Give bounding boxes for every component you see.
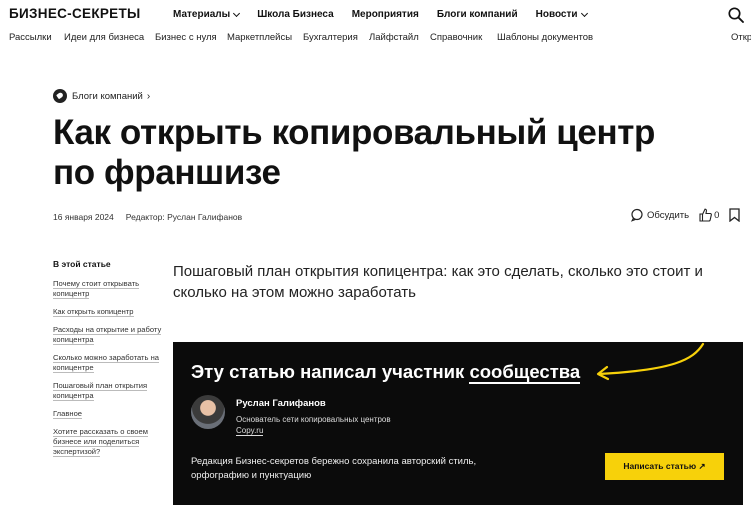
toc-item[interactable]: Главное — [53, 409, 163, 419]
subnav-item[interactable]: Лайфстайл — [369, 32, 419, 43]
editor-credit: Редактор: Руслан Галифанов — [125, 212, 243, 222]
community-author-card: Эту статью написал участник сообщества Р… — [173, 342, 743, 505]
article-lead: Пошаговый план открытия копицентра: как … — [173, 263, 703, 301]
discuss-button[interactable]: Обсудить — [630, 208, 689, 222]
subnav-item[interactable]: Рассылки — [9, 32, 52, 43]
subnav-item[interactable]: Идеи для бизнеса — [64, 32, 144, 43]
nav-item-materials[interactable]: Материалы — [173, 9, 241, 20]
toc-heading: В этой статье — [53, 259, 111, 269]
toc-item[interactable]: Сколько можно заработать на копицентре — [53, 353, 163, 373]
author-company-link[interactable]: Copy.ru — [236, 426, 264, 436]
subnav-item[interactable]: Шаблоны документов — [497, 32, 593, 43]
toc-item[interactable]: Расходы на открытие и работу копицентра — [53, 325, 163, 345]
toc-item-label: Расходы на открытие и работу копицентра — [53, 325, 162, 345]
yellow-arrow-icon — [596, 342, 705, 381]
nav-label: Материалы — [173, 9, 231, 20]
nav-label: Школа Бизнеса — [257, 9, 334, 20]
like-button[interactable]: 0 — [699, 208, 719, 222]
subnav-item[interactable]: Бухгалтерия — [303, 32, 358, 43]
nav-item-events[interactable]: Мероприятия — [352, 9, 419, 20]
author-role: Основатель сети копировальных центров Co… — [236, 414, 396, 436]
nav-item-school[interactable]: Школа Бизнеса — [257, 9, 334, 20]
sub-nav: Рассылки Идеи для бизнеса Бизнес с нуля … — [0, 30, 751, 47]
search-icon[interactable] — [727, 6, 745, 24]
community-card-title-text: Эту статью написал участник — [191, 361, 470, 382]
toc-item[interactable]: Почему стоит открывать копицентр — [53, 279, 163, 299]
author-block: Руслан Галифанов Основатель сети копиров… — [191, 395, 396, 436]
like-count: 0 — [714, 209, 720, 221]
chevron-down-icon — [580, 9, 588, 17]
toc-item[interactable]: Хотите рассказать о своем бизнесе или по… — [53, 427, 163, 457]
nav-label: Блоги компаний — [436, 9, 518, 20]
editorial-note: Редакция Бизнес-секретов бережно сохрани… — [191, 456, 477, 481]
toc-item-label: Пошаговый план открытия копицентра — [53, 381, 148, 401]
site-header: БИЗНЕС-СЕКРЕТЫ Материалы Школа Бизнеса М… — [0, 0, 751, 30]
blog-tag-icon — [53, 89, 67, 103]
subnav-item[interactable]: Справочник — [430, 32, 482, 43]
article-meta: 16 января 2024 Редактор: Руслан Галифано… — [53, 212, 242, 222]
toc-item-label: Как открыть копицентр — [53, 307, 134, 317]
nav-item-company-blogs[interactable]: Блоги компаний — [437, 9, 518, 20]
write-article-button[interactable]: Написать статью ↗ — [605, 453, 724, 480]
chevron-right-icon: › — [146, 90, 151, 102]
publish-date: 16 января 2024 — [53, 212, 114, 222]
article-title: Как открыть копировальный центр по франш… — [53, 113, 655, 192]
author-role-text: Основатель сети копировальных центров — [236, 415, 391, 424]
toc-item-label: Почему стоит открывать копицентр — [53, 279, 140, 299]
subnav-item[interactable]: Маркетплейсы — [227, 32, 292, 43]
subnav-item[interactable]: Бизнес с нуля — [155, 32, 217, 43]
toc-item[interactable]: Как открыть копицентр — [53, 307, 163, 317]
toc-item-label: Сколько можно заработать на копицентре — [53, 353, 160, 373]
discuss-label: Обсудить — [647, 209, 690, 221]
toc-item-label: Хотите рассказать о своем бизнесе или по… — [53, 427, 148, 457]
main-nav: Материалы Школа Бизнеса Мероприятия Блог… — [173, 9, 605, 20]
subnav-item[interactable]: Откр — [731, 32, 751, 43]
breadcrumb-label: Блоги компаний — [72, 90, 143, 102]
toc-item[interactable]: Пошаговый план открытия копицентра — [53, 381, 163, 401]
nav-item-news[interactable]: Новости — [535, 9, 588, 20]
article-actions: Обсудить 0 — [630, 208, 741, 222]
comment-icon — [630, 208, 643, 222]
site-logo[interactable]: БИЗНЕС-СЕКРЕТЫ — [9, 6, 141, 21]
nav-label: Мероприятия — [351, 9, 419, 20]
toc-item-label: Главное — [53, 409, 83, 419]
table-of-contents: В этой статье Почему стоит открывать коп… — [53, 259, 163, 465]
breadcrumb[interactable]: Блоги компаний › — [53, 89, 150, 103]
author-avatar — [191, 395, 225, 429]
author-name: Руслан Галифанов — [236, 398, 326, 409]
thumbs-up-icon — [699, 208, 712, 222]
community-card-title: Эту статью написал участник сообщества — [191, 361, 581, 384]
bookmark-icon[interactable] — [729, 208, 741, 222]
chevron-down-icon — [233, 9, 241, 17]
community-link[interactable]: сообщества — [469, 361, 581, 384]
nav-label: Новости — [535, 9, 578, 20]
